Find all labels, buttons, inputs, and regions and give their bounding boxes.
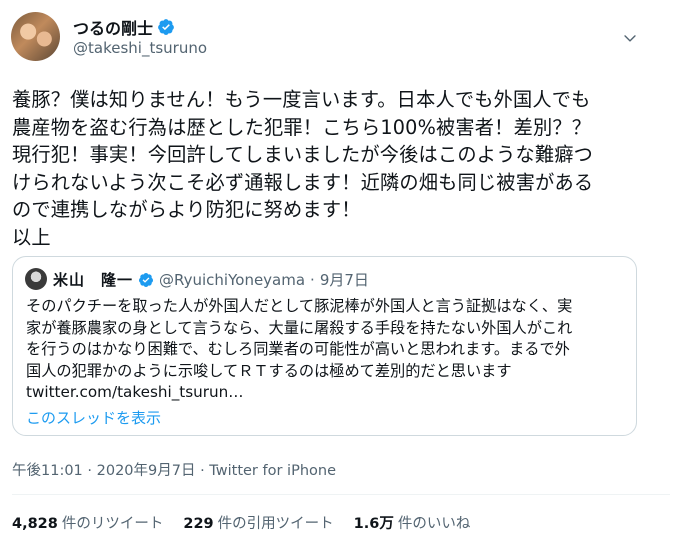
quoted-author-avatar xyxy=(25,268,47,290)
like-label: 件のいいね xyxy=(397,516,471,532)
retweet-number: 4,828 xyxy=(12,516,58,532)
verified-icon xyxy=(139,272,154,287)
tweet-text: 養豚？僕は知りません！もう一度言います。日本人でも外国人でも 農産物を盗む行為は… xyxy=(12,88,594,249)
retweet-count[interactable]: 4,828 件のリツイート xyxy=(12,512,163,533)
quoted-author-name: 米山 隆一 xyxy=(53,271,134,289)
engagement-stats: 4,828 件のリツイート 229 件の引用ツイート 1.6万 件のいいね xyxy=(12,512,470,533)
author-name-row: つるの剛士 xyxy=(73,15,175,39)
quoted-tweet-header: 米山 隆一 @RyuichiYoneyama · 9月7日 xyxy=(53,269,369,290)
show-thread-link[interactable]: このスレッドを表示 xyxy=(26,407,161,428)
quote-tweet-count[interactable]: 229 件の引用ツイート xyxy=(183,512,333,533)
author-handle[interactable]: @takeshi_tsuruno xyxy=(73,39,207,57)
author-name[interactable]: つるの剛士 xyxy=(73,15,153,39)
quoted-tweet-text: そのパクチーを取った人が外国人だとして豚泥棒が外国人と言う証拠はなく、実 家が養… xyxy=(26,297,573,401)
verified-icon xyxy=(158,19,174,35)
retweet-label: 件のリツイート xyxy=(61,516,164,532)
quoted-tweet-card[interactable]: 米山 隆一 @RyuichiYoneyama · 9月7日 そのパクチーを取った… xyxy=(12,256,637,436)
chevron-down-icon[interactable] xyxy=(622,30,638,46)
quoted-author-handle: @RyuichiYoneyama xyxy=(159,270,306,289)
like-count[interactable]: 1.6万 件のいいね xyxy=(354,512,471,533)
quoted-date: 9月7日 xyxy=(319,271,369,289)
quote-tweet-number: 229 xyxy=(183,516,214,532)
quote-tweet-label: 件の引用ツイート xyxy=(217,516,334,532)
divider xyxy=(12,494,670,495)
tweet-metadata[interactable]: 午後11:01 · 2020年9月7日 · Twitter for iPhone xyxy=(12,459,336,480)
like-number: 1.6万 xyxy=(353,516,394,532)
author-avatar[interactable] xyxy=(11,12,60,61)
dot-separator: · xyxy=(310,270,315,289)
